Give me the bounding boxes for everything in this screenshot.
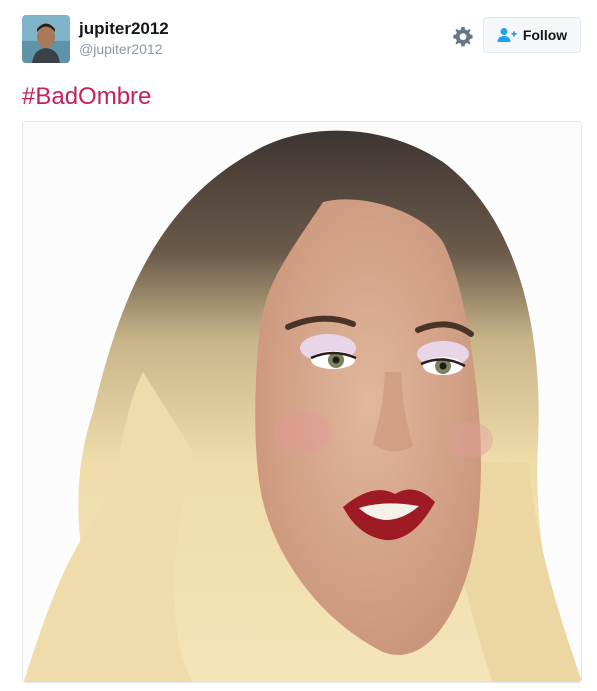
avatar-image: [22, 15, 70, 63]
gear-icon[interactable]: [451, 25, 475, 49]
display-name[interactable]: jupiter2012: [79, 19, 169, 39]
avatar[interactable]: [22, 15, 70, 63]
hashtag-link[interactable]: #BadOmbre: [22, 82, 151, 112]
tweet-card: jupiter2012 @jupiter2012 Follow #BadOmbr…: [0, 0, 597, 691]
follow-button[interactable]: Follow: [483, 17, 581, 53]
photo-image: [23, 122, 581, 682]
user-handle[interactable]: @jupiter2012: [79, 40, 169, 58]
user-names: jupiter2012 @jupiter2012: [79, 19, 169, 58]
tweet-header: jupiter2012 @jupiter2012 Follow: [22, 15, 583, 67]
add-user-icon: [497, 28, 517, 42]
tweet-photo[interactable]: [22, 121, 582, 683]
follow-button-label: Follow: [522, 27, 568, 43]
